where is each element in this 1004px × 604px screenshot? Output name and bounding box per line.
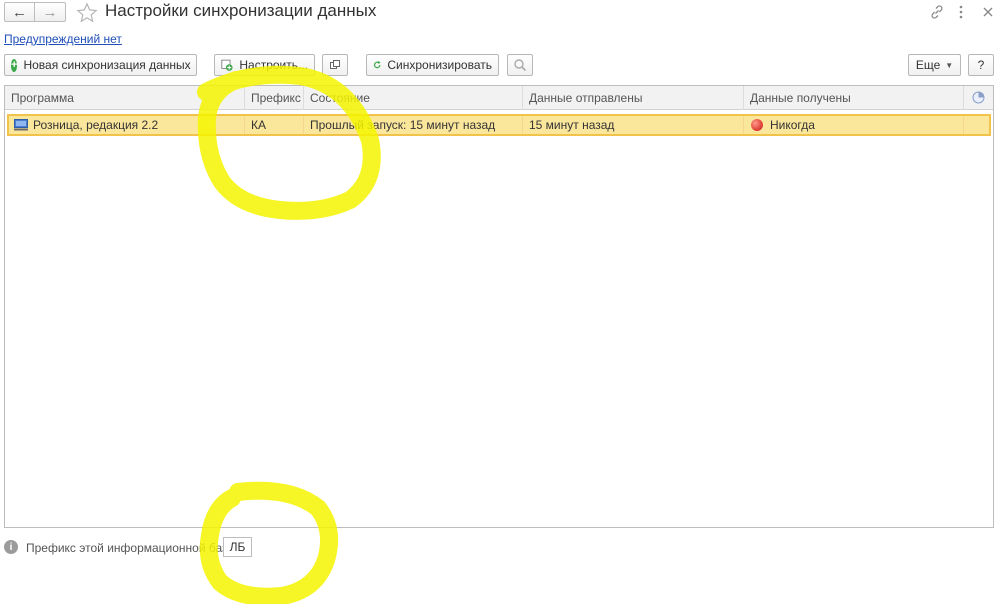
column-header-program[interactable]: Программа <box>5 86 245 110</box>
cell-sent: 15 минут назад <box>523 116 744 134</box>
sync-table[interactable]: Программа Префикс Состояние Данные отпра… <box>4 85 994 528</box>
more-button[interactable]: Еще ▼ <box>908 54 961 76</box>
arrow-right-icon: → <box>42 3 58 21</box>
copy-icon <box>330 60 340 69</box>
info-icon: i <box>4 540 18 554</box>
cell-prefix: КА <box>245 116 304 134</box>
synchronize-button[interactable]: Синхронизировать <box>366 54 499 76</box>
help-button[interactable]: ? <box>968 54 994 76</box>
column-header-prefix[interactable]: Префикс <box>245 86 304 110</box>
warnings-link[interactable]: Предупреждений нет <box>4 32 122 46</box>
table-header: Программа Префикс Состояние Данные отпра… <box>5 86 993 110</box>
arrow-left-icon: ← <box>12 3 27 21</box>
cell-empty <box>964 116 989 134</box>
refresh-icon <box>373 61 381 69</box>
prefix-label: Префикс этой информационной базы: <box>26 541 240 555</box>
column-header-received[interactable]: Данные получены <box>744 86 964 110</box>
status-red-icon <box>751 119 763 131</box>
forward-button[interactable]: → <box>35 2 66 22</box>
program-name: Розница, редакция 2.2 <box>33 118 159 132</box>
cell-state: Прошлый запуск: 15 минут назад <box>304 116 523 134</box>
search-icon <box>514 59 527 72</box>
chevron-down-icon: ▼ <box>945 60 954 70</box>
prefix-field[interactable]: ЛБ <box>223 537 252 557</box>
link-icon[interactable] <box>929 4 945 20</box>
more-label: Еще <box>915 58 941 72</box>
help-label: ? <box>977 58 985 72</box>
plus-icon: + <box>11 58 18 72</box>
search-button[interactable] <box>507 54 533 76</box>
page-title: Настройки синхронизации данных <box>105 1 377 20</box>
more-vertical-icon[interactable] <box>956 4 966 20</box>
new-sync-button[interactable]: + Новая синхронизация данных <box>4 54 197 76</box>
new-sync-label: Новая синхронизация данных <box>23 58 191 72</box>
synchronize-label: Синхронизировать <box>387 58 492 72</box>
table-row[interactable]: Розница, редакция 2.2 КА Прошлый запуск:… <box>7 114 991 136</box>
configure-label: Настроить... <box>239 58 308 72</box>
close-icon[interactable] <box>982 6 994 18</box>
favorite-star-icon[interactable] <box>76 2 98 24</box>
column-settings-icon <box>972 91 985 104</box>
column-header-sent[interactable]: Данные отправлены <box>523 86 744 110</box>
column-header-state[interactable]: Состояние <box>304 86 523 110</box>
column-settings-cell[interactable] <box>964 86 993 110</box>
configure-icon <box>221 59 233 71</box>
configure-button[interactable]: Настроить... <box>214 54 315 76</box>
received-value: Никогда <box>770 118 815 132</box>
back-button[interactable]: ← <box>4 2 35 22</box>
cell-received: Никогда <box>744 116 964 134</box>
cell-program: Розница, редакция 2.2 <box>9 116 245 134</box>
computer-icon <box>14 119 28 131</box>
copy-button[interactable] <box>322 54 348 76</box>
